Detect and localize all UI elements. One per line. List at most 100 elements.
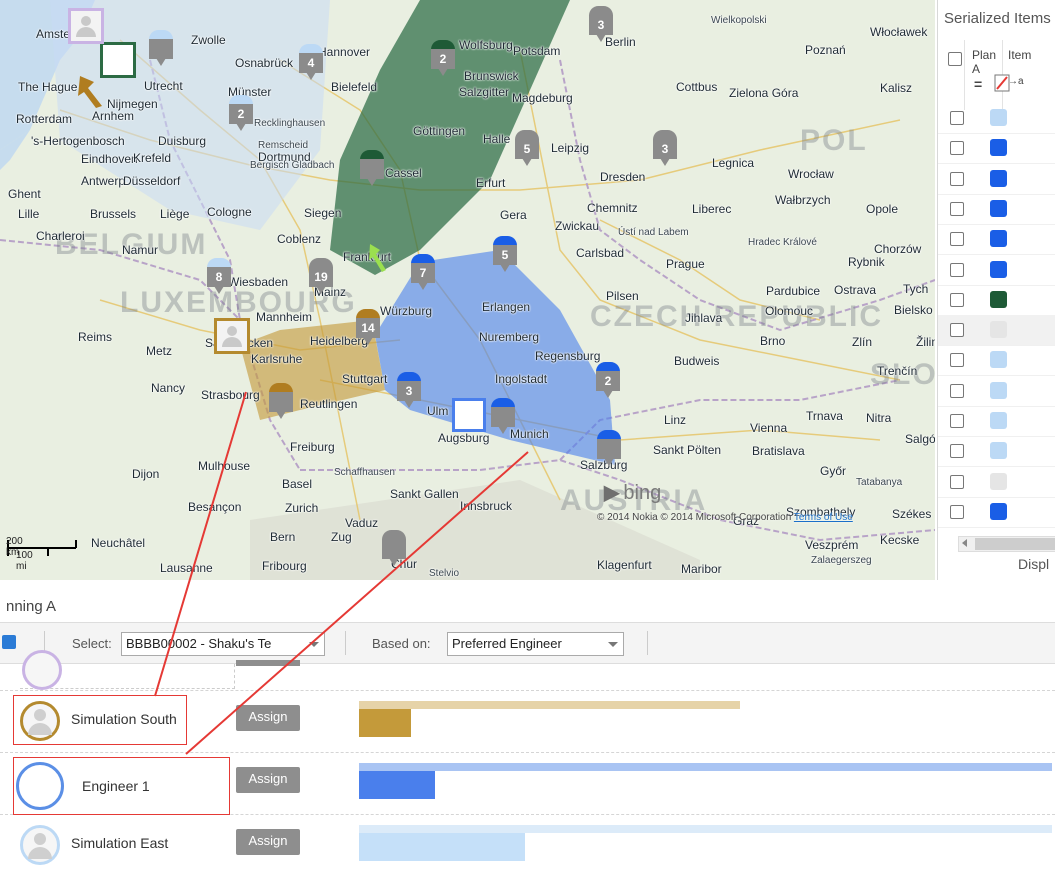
pin-tip — [404, 400, 414, 408]
city-label: Brunswick — [464, 69, 519, 83]
city-label: Veszprém — [805, 538, 859, 552]
terms-of-use-link[interactable]: Terms of Use — [794, 512, 853, 523]
item-row[interactable] — [938, 467, 1055, 498]
city-label: Charleroi — [36, 229, 85, 243]
job-cluster-pin[interactable]: 5 — [514, 130, 540, 168]
select-all-checkbox[interactable] — [948, 52, 962, 66]
filter-lines-icon[interactable]: = — [974, 76, 982, 92]
row-checkbox[interactable] — [950, 414, 964, 428]
job-cluster-pin[interactable]: 19 — [308, 258, 334, 296]
item-row[interactable] — [938, 497, 1055, 528]
assign-button[interactable]: Assign — [236, 829, 300, 855]
city-label: Bern — [270, 530, 296, 544]
scroll-left-icon[interactable] — [962, 539, 967, 547]
row-checkbox[interactable] — [950, 383, 964, 398]
item-row[interactable] — [938, 133, 1055, 165]
city-label: Prague — [666, 257, 705, 271]
row-checkbox[interactable] — [950, 201, 964, 216]
row-checkbox[interactable] — [950, 141, 964, 156]
based-on-select[interactable]: Preferred Engineer — [447, 632, 624, 656]
city-label: Cassel — [385, 166, 422, 180]
row-checkbox[interactable] — [950, 353, 964, 368]
assign-button[interactable]: Assign — [236, 705, 300, 731]
selected-munich-marker[interactable] — [452, 398, 486, 432]
job-cluster-pin[interactable]: 3 — [588, 6, 614, 44]
plan-select-value: BBBB00002 - Shaku's Te — [126, 636, 272, 651]
assigned-work-bar — [359, 709, 411, 737]
job-cluster-pin[interactable] — [148, 30, 174, 68]
job-cluster-pin[interactable] — [381, 530, 407, 568]
item-row[interactable] — [938, 436, 1055, 468]
row-checkbox[interactable] — [950, 111, 964, 125]
job-cluster-pin[interactable] — [359, 150, 385, 188]
row-checkbox[interactable] — [950, 504, 964, 519]
row-checkbox[interactable] — [950, 323, 964, 338]
toolbar-checkbox[interactable] — [2, 635, 16, 649]
job-cluster-pin[interactable]: 14 — [355, 309, 381, 347]
city-label: Gera — [500, 208, 527, 222]
row-checkbox[interactable] — [950, 474, 964, 489]
selected-location-marker[interactable] — [100, 42, 136, 78]
job-cluster-pin[interactable]: 3 — [396, 372, 422, 410]
assign-button[interactable]: Assign — [236, 767, 300, 793]
plan-select[interactable]: BBBB00002 - Shaku's Te — [121, 632, 325, 656]
job-cluster-pin[interactable]: 3 — [652, 130, 678, 168]
item-row[interactable] — [938, 315, 1055, 347]
city-label: Kalisz — [880, 81, 913, 95]
item-row[interactable] — [938, 345, 1055, 377]
city-label: Coblenz — [277, 232, 322, 246]
engineer-avatar-marker-south[interactable] — [214, 318, 250, 354]
row-checkbox[interactable] — [950, 232, 964, 247]
country-label: CZECH REPUBLIC — [590, 300, 884, 333]
route-arrow-icon — [78, 76, 102, 108]
row-checkbox[interactable] — [950, 262, 964, 277]
pin-tip — [522, 158, 532, 166]
job-cluster-pin[interactable]: 7 — [410, 254, 436, 292]
city-label: Linz — [664, 413, 687, 427]
city-label: Arnhem — [92, 109, 135, 123]
job-cluster-pin[interactable]: 5 — [492, 236, 518, 274]
job-cluster-pin[interactable]: 2 — [430, 40, 456, 78]
city-label: Wałbrzych — [775, 193, 831, 207]
city-label: Besançon — [188, 500, 242, 514]
item-row[interactable] — [938, 194, 1055, 225]
header-item-col[interactable]: Item →a — [1002, 40, 1055, 110]
job-cluster-pin[interactable]: 2 — [595, 362, 621, 400]
engineer-avatar-marker-purple[interactable] — [68, 8, 104, 44]
row-checkbox[interactable] — [950, 444, 964, 459]
city-label: Göttingen — [413, 124, 466, 138]
sort-arrow-icon[interactable]: →a — [1008, 76, 1024, 87]
city-label: Potsdam — [513, 44, 561, 58]
capacity-bar — [359, 763, 1052, 771]
city-label: Győr — [820, 464, 847, 478]
job-cluster-pin[interactable]: 4 — [298, 44, 324, 82]
item-row[interactable] — [938, 164, 1055, 195]
item-row[interactable] — [938, 103, 1055, 134]
row-checkbox[interactable] — [950, 171, 964, 186]
item-row[interactable] — [938, 255, 1055, 286]
map-view[interactable]: BELGIUM LUXEMBOURG CZECH REPUBLIC AUSTRIA PO… — [0, 0, 935, 580]
horizontal-scrollbar[interactable] — [958, 536, 1055, 552]
city-label: Bielsko — [894, 303, 933, 317]
job-cluster-pin[interactable]: 8 — [206, 258, 232, 296]
pin-tip — [418, 282, 428, 290]
item-row[interactable] — [938, 376, 1055, 407]
job-cluster-pin[interactable] — [490, 398, 516, 436]
header-plan-col[interactable]: Plan A = — [964, 40, 1010, 110]
city-label: Utrecht — [144, 79, 183, 93]
job-cluster-pin[interactable]: 2 — [228, 95, 254, 133]
city-label: Chorzów — [874, 242, 922, 256]
row-checkbox[interactable] — [950, 292, 964, 307]
job-cluster-pin[interactable] — [596, 430, 622, 468]
item-row[interactable] — [938, 406, 1055, 437]
assign-button-partial[interactable] — [236, 660, 300, 666]
city-label: Schaffhausen — [334, 467, 395, 478]
item-row[interactable] — [938, 285, 1055, 316]
city-label: Opole — [866, 202, 899, 216]
city-label: Liberec — [692, 202, 732, 216]
city-label: Wiesbaden — [228, 275, 289, 289]
plan-color-swatch — [990, 260, 1007, 278]
job-cluster-pin[interactable] — [268, 383, 294, 421]
scrollbar-thumb[interactable] — [975, 538, 1055, 550]
item-row[interactable] — [938, 224, 1055, 256]
